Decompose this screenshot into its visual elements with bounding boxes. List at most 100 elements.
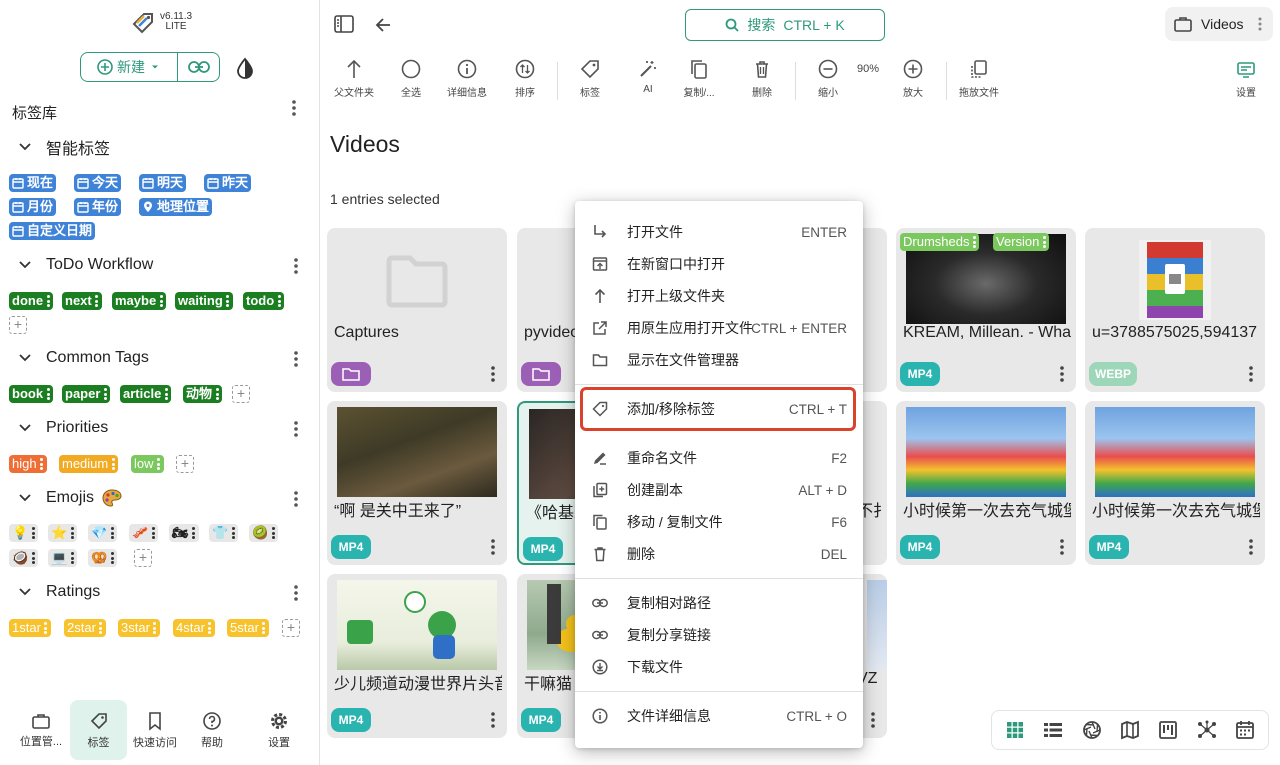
ai-button[interactable]: AI: [631, 58, 665, 95]
tag-emoji-pretzel[interactable]: 🥨: [88, 549, 118, 567]
map-view-icon[interactable]: [1120, 720, 1140, 740]
location-menu-icon[interactable]: [1258, 17, 1262, 31]
nav-locations[interactable]: 位置管...: [12, 700, 70, 760]
calendar-view-icon[interactable]: [1235, 720, 1255, 740]
sidebar-toggle-icon[interactable]: [333, 14, 355, 34]
add-tag-button[interactable]: +: [232, 385, 250, 403]
tag-now[interactable]: 现在: [9, 174, 57, 192]
tag-done[interactable]: done: [9, 292, 54, 310]
item-menu-icon[interactable]: [1060, 366, 1064, 382]
tag-emoji-laptop[interactable]: 💻: [48, 549, 78, 567]
delete-button[interactable]: 删除: [745, 58, 779, 99]
add-tag-button[interactable]: +: [9, 316, 27, 334]
item-menu-icon[interactable]: [1249, 539, 1253, 555]
item-menu-icon[interactable]: [491, 712, 495, 728]
zoom-in-button[interactable]: 放大: [896, 58, 930, 99]
tag-3star[interactable]: 3star: [118, 619, 160, 637]
menu-item-open-parent[interactable]: 打开上级文件夹: [575, 280, 863, 312]
grid-item-video[interactable]: Drumsheds Version KREAM, Millean. - What…: [896, 228, 1076, 392]
tag-emoji-gem[interactable]: 💎: [88, 524, 118, 542]
link-button[interactable]: [178, 53, 219, 81]
menu-item-rename[interactable]: 重命名文件 F2: [575, 442, 863, 474]
details-button[interactable]: 详细信息: [443, 58, 491, 99]
item-menu-icon[interactable]: [1060, 539, 1064, 555]
item-menu-icon[interactable]: [871, 712, 875, 728]
item-menu-icon[interactable]: [1249, 366, 1253, 382]
library-menu-icon[interactable]: [286, 98, 302, 118]
tag-group-priorities[interactable]: Priorities: [18, 417, 108, 439]
item-tag-drumsheds[interactable]: Drumsheds: [900, 233, 980, 251]
tag-year[interactable]: 年份: [74, 198, 122, 216]
tag-todo[interactable]: todo: [243, 292, 285, 310]
tag-group-ratings[interactable]: Ratings: [18, 581, 100, 603]
menu-item-open-native[interactable]: 用原生应用打开文件 CTRL + ENTER: [575, 312, 863, 344]
item-menu-icon[interactable]: [491, 366, 495, 382]
tag-1star[interactable]: 1star: [9, 619, 51, 637]
menu-item-open-file[interactable]: 打开文件 ENTER: [575, 216, 863, 248]
tag-group-smart[interactable]: 智能标签: [18, 136, 110, 158]
menu-item-download[interactable]: 下载文件: [575, 651, 863, 683]
tag-emoji-shirt[interactable]: 👕: [209, 524, 239, 542]
group-menu-icon[interactable]: [288, 256, 304, 276]
back-arrow-icon[interactable]: [373, 15, 393, 35]
tag-high[interactable]: high: [9, 455, 47, 473]
tag-geolocation[interactable]: 地理位置: [139, 198, 213, 216]
tag-waiting[interactable]: waiting: [175, 292, 233, 310]
menu-item-copy-share-link[interactable]: 复制分享链接: [575, 619, 863, 651]
zoom-out-button[interactable]: 缩小: [811, 58, 845, 99]
search-button[interactable]: 搜索 CTRL + K: [685, 9, 885, 41]
tag-group-todo[interactable]: ToDo Workflow: [18, 254, 153, 276]
kanban-view-icon[interactable]: [1158, 720, 1178, 740]
tag-tomorrow[interactable]: 明天: [139, 174, 187, 192]
gallery-view-icon[interactable]: [1082, 720, 1102, 740]
tag-emoji-coconut[interactable]: 🥥: [9, 549, 39, 567]
menu-item-file-details[interactable]: 文件详细信息 CTRL + O: [575, 700, 863, 732]
grid-view-icon[interactable]: [1005, 720, 1025, 740]
tag-4star[interactable]: 4star: [173, 619, 215, 637]
group-menu-icon[interactable]: [288, 489, 304, 509]
tag-next[interactable]: next: [62, 292, 102, 310]
tag-2star[interactable]: 2star: [64, 619, 106, 637]
grid-item-video[interactable]: “啊 是关中王来了” MP4: [327, 401, 507, 565]
tag-medium[interactable]: medium: [59, 455, 119, 473]
tag-today[interactable]: 今天: [74, 174, 122, 192]
group-menu-icon[interactable]: [288, 349, 304, 369]
select-all-button[interactable]: 全选: [393, 58, 429, 99]
list-view-icon[interactable]: [1043, 720, 1063, 740]
sort-button[interactable]: 排序: [507, 58, 543, 99]
menu-item-copy-relative-path[interactable]: 复制相对路径: [575, 587, 863, 619]
grid-item-video[interactable]: 小时候第一次去充气城堡 MP4: [1085, 401, 1265, 565]
tag-emoji-bacon[interactable]: 🥓: [129, 524, 159, 542]
nav-quick-access[interactable]: 快速访问: [127, 700, 183, 760]
item-menu-icon[interactable]: [491, 539, 495, 555]
tag-month[interactable]: 月份: [9, 198, 57, 216]
parent-folder-button[interactable]: 父文件夹: [331, 58, 377, 99]
add-tag-button[interactable]: +: [176, 455, 194, 473]
tag-emoji-bulb[interactable]: 💡: [9, 524, 39, 542]
nav-help[interactable]: 帮助: [186, 700, 238, 760]
group-menu-icon[interactable]: [288, 419, 304, 439]
menu-item-show-in-file-manager[interactable]: 显示在文件管理器: [575, 344, 863, 376]
tag-book[interactable]: book: [9, 385, 54, 403]
grid-item-video[interactable]: 小时候第一次去充气城堡 MP4: [896, 401, 1076, 565]
tag-yesterday[interactable]: 昨天: [204, 174, 252, 192]
tag-button[interactable]: 标签: [573, 58, 607, 99]
menu-item-move-copy[interactable]: 移动 / 复制文件 F6: [575, 506, 863, 538]
graph-view-icon[interactable]: [1197, 720, 1217, 740]
tag-animal[interactable]: 动物: [183, 385, 223, 403]
tag-custom-date[interactable]: 自定义日期: [9, 222, 96, 240]
menu-item-add-remove-tags[interactable]: 添加/移除标签 CTRL + T: [575, 393, 863, 425]
tag-article[interactable]: article: [120, 385, 172, 403]
group-menu-icon[interactable]: [288, 583, 304, 603]
nav-settings[interactable]: 设置: [252, 700, 306, 760]
tag-group-common[interactable]: Common Tags: [18, 347, 149, 369]
new-button[interactable]: 新建: [81, 53, 178, 81]
grid-item-folder[interactable]: Captures: [327, 228, 507, 392]
drag-drop-button[interactable]: 拖放文件: [955, 58, 1003, 99]
nav-tags[interactable]: 标签: [70, 700, 127, 760]
tag-paper[interactable]: paper: [62, 385, 111, 403]
grid-item-image[interactable]: u=3788575025,594137 WEBP: [1085, 228, 1265, 392]
copy-move-button[interactable]: 复制/...: [679, 58, 719, 99]
add-tag-button[interactable]: +: [282, 619, 300, 637]
tag-emoji-star[interactable]: ⭐: [48, 524, 78, 542]
